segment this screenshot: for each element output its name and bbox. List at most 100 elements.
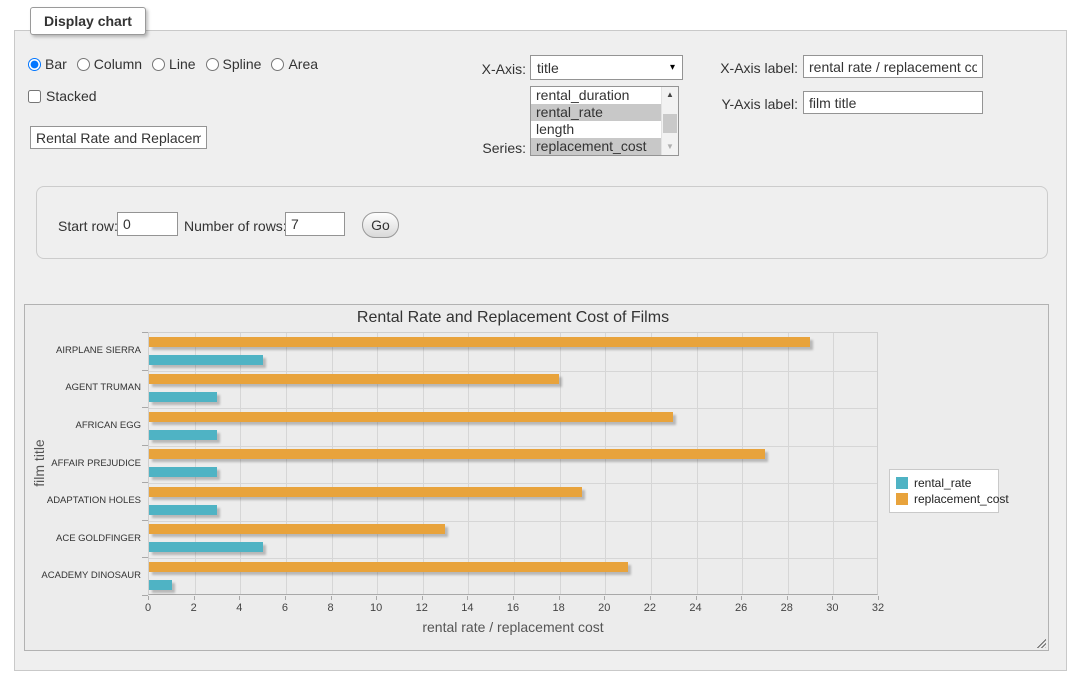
legend-swatch-icon [896, 493, 908, 505]
bar-replacement_cost [149, 487, 582, 497]
series-listbox[interactable]: rental_durationrental_ratelengthreplacem… [530, 86, 679, 156]
gridline [149, 371, 877, 372]
chart-type-radio-label: Column [94, 56, 142, 72]
bar-replacement_cost [149, 412, 673, 422]
chart-title-input[interactable] [30, 126, 207, 149]
x-tick-label: 2 [179, 602, 209, 614]
y-axis-label-input[interactable] [803, 91, 983, 114]
category-label: AFRICAN EGG [25, 420, 141, 432]
gridline [240, 333, 241, 594]
gridline [742, 333, 743, 594]
gridline [697, 333, 698, 594]
chart-type-radio-spline[interactable] [206, 58, 219, 71]
start-row-input[interactable] [117, 212, 178, 236]
series-option-length[interactable]: length [531, 121, 661, 138]
gridline [149, 408, 877, 409]
x-axis-tick [331, 596, 332, 600]
x-tick-label: 22 [635, 602, 665, 614]
y-axis-tick [142, 557, 148, 558]
stacked-label: Stacked [46, 88, 97, 104]
x-tick-label: 18 [544, 602, 574, 614]
series-scrollbar[interactable]: ▲ ▼ [661, 87, 678, 155]
chart-type-radio-line[interactable] [152, 58, 165, 71]
bar-rental_rate [149, 392, 217, 402]
series-option-replacement_cost[interactable]: replacement_cost [531, 138, 661, 155]
chart-title: Rental Rate and Replacement Cost of Film… [148, 309, 878, 327]
x-axis-tick [148, 596, 149, 600]
gridline [605, 333, 606, 594]
scrollbar-thumb[interactable] [663, 114, 677, 133]
number-of-rows-input[interactable] [285, 212, 345, 236]
chart-type-radio-group: Bar Column Line Spline Area [28, 56, 328, 72]
bar-rental_rate [149, 542, 263, 552]
chart-type-radio-label: Spline [223, 56, 262, 72]
scroll-down-icon[interactable]: ▼ [662, 139, 678, 155]
x-tick-label: 16 [498, 602, 528, 614]
chart-type-option-bar[interactable]: Bar [28, 56, 67, 72]
x-tick-label: 12 [407, 602, 437, 614]
x-tick-label: 8 [316, 602, 346, 614]
gridline [195, 333, 196, 594]
number-of-rows-label: Number of rows: [184, 218, 287, 234]
chart-type-radio-label: Line [169, 56, 195, 72]
bar-replacement_cost [149, 562, 628, 572]
legend-label: replacement_cost [914, 492, 1009, 506]
x-axis-tick [467, 596, 468, 600]
chart-type-radio-area[interactable] [271, 58, 284, 71]
start-row-label: Start row: [58, 218, 118, 234]
x-axis-selected-value: title [537, 60, 559, 76]
x-axis-tick [285, 596, 286, 600]
resize-handle-icon[interactable] [1035, 637, 1046, 648]
gridline [286, 333, 287, 594]
chart-type-radio-label: Area [288, 56, 318, 72]
y-axis-tick [142, 520, 148, 521]
y-axis-tick [142, 370, 148, 371]
x-tick-label: 32 [863, 602, 893, 614]
x-axis-tick [650, 596, 651, 600]
series-option-rental_duration[interactable]: rental_duration [531, 87, 661, 104]
x-tick-label: 30 [817, 602, 847, 614]
go-button[interactable]: Go [362, 212, 399, 238]
x-axis-tick [376, 596, 377, 600]
legend-item-replacement_cost[interactable]: replacement_cost [896, 492, 992, 506]
series-options: rental_durationrental_ratelengthreplacem… [531, 87, 661, 155]
category-label: AGENT TRUMAN [25, 382, 141, 394]
x-axis-tick [787, 596, 788, 600]
gridline [514, 333, 515, 594]
chart-type-radio-bar[interactable] [28, 58, 41, 71]
chart-type-radio-column[interactable] [77, 58, 90, 71]
chart-type-option-spline[interactable]: Spline [206, 56, 262, 72]
y-axis-label-label: Y-Axis label: [690, 96, 798, 112]
stacked-checkbox[interactable] [28, 90, 41, 103]
gridline [651, 333, 652, 594]
series-option-rental_rate[interactable]: rental_rate [531, 104, 661, 121]
x-tick-label: 24 [681, 602, 711, 614]
x-axis-title: rental rate / replacement cost [148, 619, 878, 635]
bar-rental_rate [149, 505, 217, 515]
chart-container: Rental Rate and Replacement Cost of Film… [24, 304, 1049, 651]
category-label: ACE GOLDFINGER [25, 533, 141, 545]
chart-type-option-area[interactable]: Area [271, 56, 318, 72]
chart-type-option-column[interactable]: Column [77, 56, 142, 72]
x-axis-tick [832, 596, 833, 600]
gridline [560, 333, 561, 594]
legend-label: rental_rate [914, 476, 971, 490]
y-axis-tick [142, 445, 148, 446]
gridline [149, 558, 877, 559]
x-axis-label-input[interactable] [803, 55, 983, 78]
y-axis-tick [142, 332, 148, 333]
legend-item-rental_rate[interactable]: rental_rate [896, 476, 992, 490]
bar-rental_rate [149, 355, 263, 365]
x-tick-label: 14 [452, 602, 482, 614]
bar-rental_rate [149, 430, 217, 440]
x-axis-tick [194, 596, 195, 600]
dropdown-arrow-icon: ▾ [670, 62, 675, 73]
gridline [788, 333, 789, 594]
gridline [377, 333, 378, 594]
category-label: ADAPTATION HOLES [25, 495, 141, 507]
chart-type-option-line[interactable]: Line [152, 56, 195, 72]
x-axis-label-label: X-Axis label: [690, 60, 798, 76]
x-axis-select[interactable]: title ▾ [530, 55, 683, 80]
x-tick-label: 0 [133, 602, 163, 614]
scroll-up-icon[interactable]: ▲ [662, 87, 678, 103]
